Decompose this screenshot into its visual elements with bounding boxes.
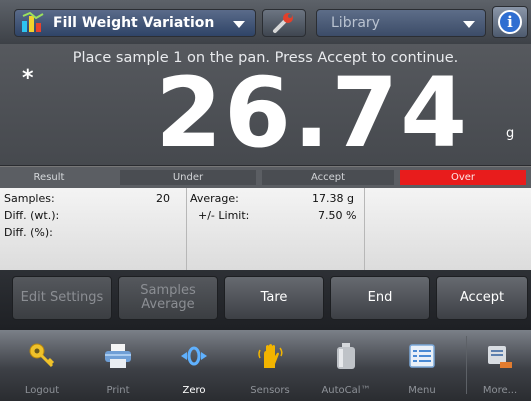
diff-weight-label: Diff. (wt.): [4,209,60,222]
print-label: Print [106,385,130,396]
more-label: More... [482,385,518,396]
zero-arrows-icon [180,342,208,370]
info-icon: i [498,10,522,34]
limit-label: +/- Limit: [198,209,250,222]
logout-label: Logout [24,385,60,396]
divider [186,188,187,270]
calibration-weight-icon [332,342,360,370]
sensors-label: Sensors [250,385,290,396]
menu-button[interactable]: Menu [390,330,454,401]
average-label: Average: [190,192,239,205]
average-value: 17.38 g [312,192,354,205]
info-button[interactable]: i [492,6,528,38]
end-label: End [367,290,393,305]
limit-value: 7.50 % [318,209,357,222]
more-icon [486,342,514,370]
samples-average-label-1: Samples [140,283,196,298]
menu-list-icon [408,342,436,370]
statistics-panel: Samples: 20 Diff. (wt.): Diff. (%): Aver… [0,188,531,270]
edit-settings-label: Edit Settings [20,290,104,305]
autocal-label: AutoCal™ [321,385,371,396]
divider [364,188,365,270]
menu-label: Menu [408,385,436,396]
top-bar: Fill Weight Variation Library i [0,0,531,44]
printer-icon [104,342,132,370]
accept-button[interactable]: Accept [436,276,528,320]
zero-label: Zero [182,385,206,396]
tare-label: Tare [260,290,288,305]
chevron-down-icon [233,21,245,28]
weight-reading: 26.74 [155,57,469,169]
sensors-button[interactable]: Sensors [238,330,302,401]
hand-sensor-icon [256,342,284,370]
fill-weight-icon [21,11,45,34]
result-over: Over [400,170,526,185]
print-button[interactable]: Print [86,330,150,401]
result-bar: Result Under Accept Over [0,166,531,188]
chevron-down-icon [463,21,475,28]
samples-average-button[interactable]: Samples Average [118,276,218,320]
tare-button[interactable]: Tare [224,276,324,320]
toolbar-divider [466,336,467,394]
library-label: Library [331,15,380,31]
diff-percent-label: Diff. (%): [4,226,53,239]
result-label: Result [33,172,65,183]
application-title: Fill Weight Variation [53,15,215,31]
application-select[interactable]: Fill Weight Variation [14,9,256,37]
tools-button[interactable] [262,9,306,37]
action-bar: Edit Settings Samples Average Tare End A… [0,270,531,330]
bottom-toolbar: Logout Print Zero Sensors AutoCal™ Menu … [0,330,531,401]
key-icon [28,342,56,370]
zero-button[interactable]: Zero [162,330,226,401]
more-button[interactable]: More... [468,330,531,401]
stability-indicator: * [22,66,34,91]
wrench-icon [273,13,293,33]
edit-settings-button[interactable]: Edit Settings [12,276,112,320]
weight-unit[interactable]: g [506,126,514,141]
autocal-button[interactable]: AutoCal™ [314,330,378,401]
library-select[interactable]: Library [316,9,486,37]
samples-average-label-2: Average [141,297,195,312]
samples-value: 20 [156,192,170,205]
samples-label: Samples: [4,192,55,205]
logout-button[interactable]: Logout [10,330,74,401]
end-button[interactable]: End [330,276,430,320]
result-accept: Accept [262,170,394,185]
accept-label: Accept [459,290,505,305]
weighing-display: Place sample 1 on the pan. Press Accept … [0,44,531,169]
result-under: Under [120,170,256,185]
